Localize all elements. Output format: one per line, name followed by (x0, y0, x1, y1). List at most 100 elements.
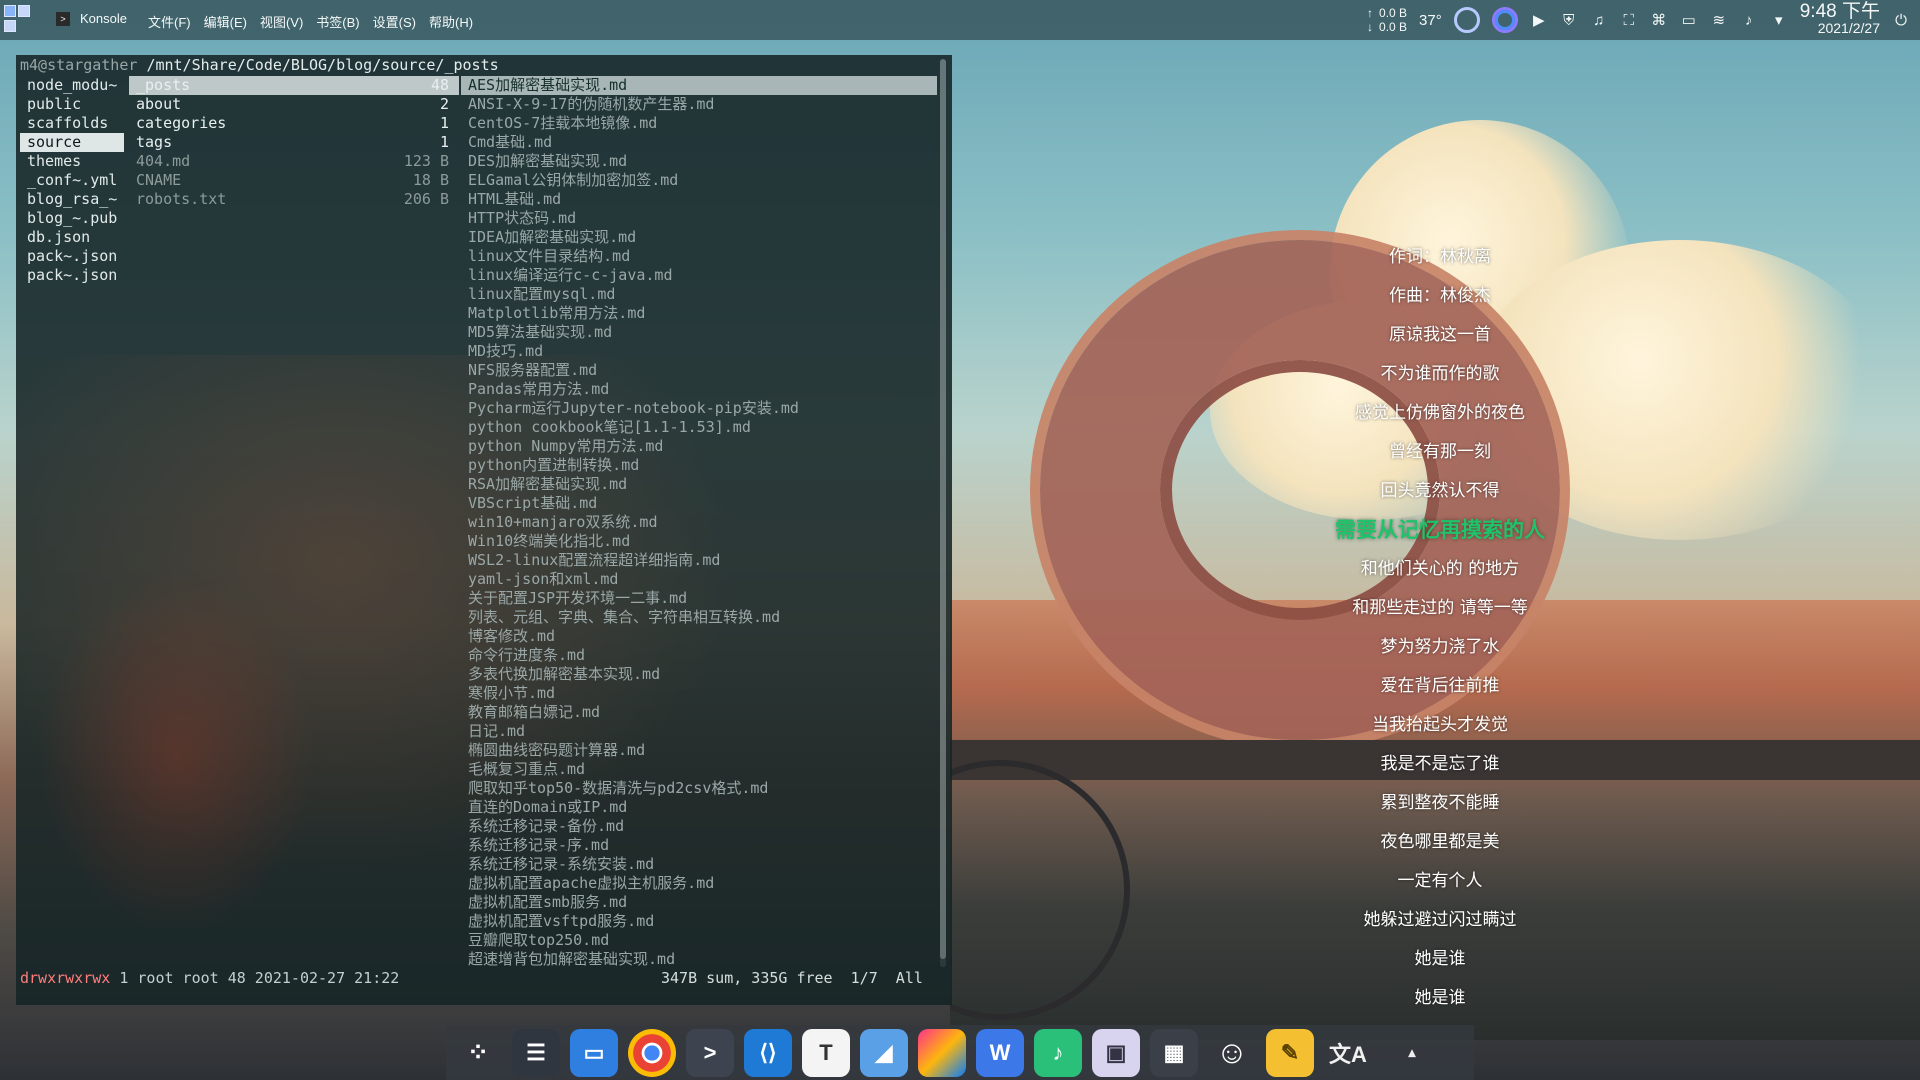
parent-dir-entry[interactable]: blog_~.pub (20, 209, 124, 228)
konsole-window[interactable]: m4@stargather /mnt/Share/Code/BLOG/blog/… (16, 55, 952, 1005)
emoji-icon[interactable]: ☺ (1208, 1029, 1256, 1077)
parent-dir-entry[interactable]: themes (20, 152, 124, 171)
preview-file-entry[interactable]: 虚拟机配置apache虚拟主机服务.md (461, 874, 937, 893)
jetbrains-icon[interactable] (918, 1028, 966, 1077)
preview-file-entry[interactable]: 列表、元组、字典、集合、字符串相互转换.md (461, 608, 937, 627)
preview-file-entry[interactable]: 命令行进度条.md (461, 646, 937, 665)
drawing-icon[interactable]: ◢ (860, 1028, 908, 1077)
preview-file-entry[interactable]: 毛概复习重点.md (461, 760, 937, 779)
app-launcher-icon[interactable]: ⁘ (454, 1029, 502, 1077)
current-dir-entry[interactable]: robots.txt 206 B (129, 190, 459, 209)
preview-file-entry[interactable]: VBScript基础.md (461, 494, 937, 513)
preview-file-entry[interactable]: AES加解密基础实现.md (461, 76, 937, 95)
network-speed[interactable]: ↑ ↓ 0.0 B 0.0 B (1367, 6, 1407, 34)
preview-file-entry[interactable]: MD技巧.md (461, 342, 937, 361)
clock[interactable]: 9:48 下午 2021/2/27 (1800, 2, 1880, 37)
disk-utility-icon[interactable]: ▣ (1092, 1028, 1140, 1077)
parent-dir-entry[interactable]: pack~.json (20, 247, 124, 266)
preview-file-entry[interactable]: 博客修改.md (461, 627, 937, 646)
cpu-temperature[interactable]: 37° (1419, 12, 1442, 29)
preview-file-entry[interactable]: yaml-json和xml.md (461, 570, 937, 589)
preview-file-entry[interactable]: 多表代换加解密基本实现.md (461, 665, 937, 684)
preview-file-entry[interactable]: python内置进制转换.md (461, 456, 937, 475)
preview-file-entry[interactable]: win10+manjaro双系统.md (461, 513, 937, 532)
shield-icon[interactable]: ⛨ (1560, 11, 1578, 29)
terminal-icon[interactable]: > (686, 1028, 734, 1077)
preview-file-entry[interactable]: 豆瓣爬取top250.md (461, 931, 937, 950)
notes-icon[interactable]: ✎ (1266, 1028, 1314, 1077)
music-player-icon[interactable]: ♪ (1034, 1028, 1082, 1077)
wps-icon[interactable]: W (976, 1028, 1024, 1077)
preview-file-entry[interactable]: 教育邮箱白嫖记.md (461, 703, 937, 722)
chrome-icon[interactable] (628, 1028, 676, 1077)
screenshot-icon[interactable]: ⛶ (1620, 11, 1638, 29)
app-launcher-icon[interactable] (2, 2, 34, 36)
current-dir-entry[interactable]: tags 1 (129, 133, 459, 152)
power-icon[interactable]: ⏻ (1892, 11, 1910, 29)
preview-file-entry[interactable]: 系统迁移记录-备份.md (461, 817, 937, 836)
preview-file-entry[interactable]: Matplotlib常用方法.md (461, 304, 937, 323)
volume-icon[interactable]: ♪ (1740, 11, 1758, 29)
current-dir-entry[interactable]: CNAME 18 B (129, 171, 459, 190)
active-window-title[interactable]: > Konsole (56, 11, 127, 26)
preview-file-entry[interactable]: Win10终端美化指北.md (461, 532, 937, 551)
preview-file-entry[interactable]: 寒假小节.md (461, 684, 937, 703)
translate-icon[interactable]: 文A (1324, 1029, 1372, 1077)
settings-icon[interactable]: ☰ (512, 1028, 560, 1077)
preview-file-entry[interactable]: 虚拟机配置vsftpd服务.md (461, 912, 937, 931)
terminal-scrollbar[interactable] (940, 59, 946, 967)
tray-expand-icon[interactable]: ▴ (1382, 1029, 1442, 1077)
menu-edit[interactable]: 编辑(E) (204, 12, 247, 31)
menu-file[interactable]: 文件(F) (148, 12, 191, 31)
file-manager-icon[interactable]: ▭ (570, 1028, 618, 1077)
preview-file-entry[interactable]: 虚拟机配置smb服务.md (461, 893, 937, 912)
preview-file-entry[interactable]: python cookbook笔记[1.1-1.53].md (461, 418, 937, 437)
preview-file-entry[interactable]: ELGamal公钥体制加密加签.md (461, 171, 937, 190)
music-icon[interactable]: ♫ (1590, 11, 1608, 29)
preview-file-entry[interactable]: HTTP状态码.md (461, 209, 937, 228)
current-dir-entry[interactable]: _posts 48 (129, 76, 459, 95)
preview-file-entry[interactable]: MD5算法基础实现.md (461, 323, 937, 342)
wifi-icon[interactable]: ≋ (1710, 11, 1728, 29)
preview-file-entry[interactable]: 超速增背包加解密基础实现.md (461, 950, 937, 969)
preview-file-entry[interactable]: HTML基础.md (461, 190, 937, 209)
menu-view[interactable]: 视图(V) (260, 12, 303, 31)
preview-file-entry[interactable]: 爬取知乎top50-数据清洗与pd2csv格式.md (461, 779, 937, 798)
current-dir-entry[interactable]: about 2 (129, 95, 459, 114)
preview-file-entry[interactable]: IDEA加解密基础实现.md (461, 228, 937, 247)
keyboard-icon[interactable]: ⌘ (1650, 11, 1668, 29)
parent-dir-entry[interactable]: source (20, 133, 124, 152)
preview-file-entry[interactable]: 日记.md (461, 722, 937, 741)
play-icon[interactable]: ▶ (1530, 11, 1548, 29)
chevron-down-icon[interactable]: ▾ (1770, 11, 1788, 29)
menu-bookmarks[interactable]: 书签(B) (316, 12, 359, 31)
preview-file-entry[interactable]: ANSI-X-9-17的伪随机数产生器.md (461, 95, 937, 114)
preview-file-entry[interactable]: DES加解密基础实现.md (461, 152, 937, 171)
preview-file-entry[interactable]: Pandas常用方法.md (461, 380, 937, 399)
preview-file-entry[interactable]: linux配置mysql.md (461, 285, 937, 304)
preview-file-entry[interactable]: linux编译运行c-c-java.md (461, 266, 937, 285)
preview-file-entry[interactable]: Cmd基础.md (461, 133, 937, 152)
parent-dir-entry[interactable]: blog_rsa_~ (20, 190, 124, 209)
preview-file-entry[interactable]: WSL2-linux配置流程超详细指南.md (461, 551, 937, 570)
parent-dir-entry[interactable]: db.json (20, 228, 124, 247)
vscode-icon[interactable]: ⟨⟩ (744, 1028, 792, 1077)
preview-file-entry[interactable]: python Numpy常用方法.md (461, 437, 937, 456)
preview-file-entry[interactable]: CentOS-7挂载本地镜像.md (461, 114, 937, 133)
preview-file-entry[interactable]: Pycharm运行Jupyter-notebook-pip安装.md (461, 399, 937, 418)
preview-file-entry[interactable]: NFS服务器配置.md (461, 361, 937, 380)
parent-dir-entry[interactable]: scaffolds (20, 114, 124, 133)
preview-file-entry[interactable]: 系统迁移记录-系统安装.md (461, 855, 937, 874)
parent-dir-entry[interactable]: node_modu~ (20, 76, 124, 95)
preview-file-entry[interactable]: 关于配置JSP开发环境一二事.md (461, 589, 937, 608)
terminal-scrollbar-thumb[interactable] (940, 59, 946, 959)
parent-dir-entry[interactable]: public (20, 95, 124, 114)
memory-usage-ring-icon[interactable] (1491, 7, 1518, 33)
current-dir-entry[interactable]: 404.md 123 B (129, 152, 459, 171)
menu-help[interactable]: 帮助(H) (429, 12, 473, 31)
calculator-icon[interactable]: ▦ (1150, 1028, 1198, 1077)
parent-dir-entry[interactable]: pack~.json (20, 266, 124, 285)
parent-dir-entry[interactable]: _conf~.yml (20, 171, 124, 190)
current-dir-entry[interactable]: categories 1 (129, 114, 459, 133)
preview-file-entry[interactable]: RSA加解密基础实现.md (461, 475, 937, 494)
